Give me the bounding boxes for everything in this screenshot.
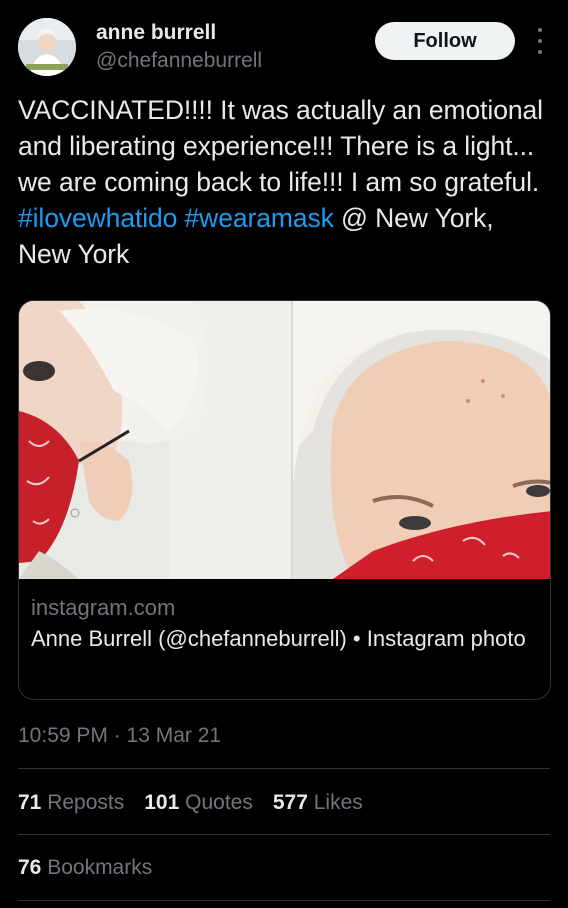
- author-names: anne burrell @chefanneburrell: [96, 19, 262, 75]
- card-media[interactable]: [19, 301, 550, 579]
- reposts-count: 71: [18, 791, 42, 814]
- card-domain: instagram.com: [31, 595, 176, 620]
- card-meta: instagram.com Anne Burrell (@chefannebur…: [31, 593, 536, 655]
- card-title: Anne Burrell (@chefanneburrell) • Instag…: [31, 626, 526, 651]
- bookmarks-stat[interactable]: 76 Bookmarks: [18, 853, 152, 883]
- tweet-text-body: VACCINATED!!!! It was actually an emotio…: [18, 95, 543, 197]
- link-card[interactable]: instagram.com Anne Burrell (@chefannebur…: [18, 300, 551, 700]
- reposts-label: Reposts: [47, 791, 125, 814]
- card-photo-right: [291, 301, 550, 579]
- bookmarks-label: Bookmarks: [47, 856, 153, 879]
- hashtag-link[interactable]: #ilovewhatido: [18, 203, 177, 233]
- tweet-header: anne burrell @chefanneburrell Follow: [18, 16, 550, 80]
- hashtag-link[interactable]: #wearamask: [185, 203, 334, 233]
- likes-label: Likes: [313, 791, 363, 814]
- follow-button[interactable]: Follow: [375, 22, 515, 60]
- quotes-stat[interactable]: 101 Quotes: [144, 788, 253, 818]
- card-photo-left: [19, 301, 291, 579]
- author-handle[interactable]: @chefanneburrell: [96, 47, 262, 75]
- more-options-icon[interactable]: [532, 28, 548, 54]
- tweet-text: VACCINATED!!!! It was actually an emotio…: [18, 92, 550, 272]
- quotes-count: 101: [144, 791, 180, 814]
- avatar[interactable]: [18, 18, 76, 76]
- reposts-stat[interactable]: 71 Reposts: [18, 788, 124, 818]
- likes-stat[interactable]: 577 Likes: [273, 788, 363, 818]
- engagement-stats: 71 Reposts 101 Quotes 577 Likes: [18, 788, 383, 818]
- avatar-image: [18, 18, 76, 76]
- author-display-name[interactable]: anne burrell: [96, 19, 262, 47]
- quotes-label: Quotes: [185, 791, 253, 814]
- tweet-timestamp[interactable]: 10:59 PM · 13 Mar 21: [18, 722, 221, 750]
- bookmarks-count: 76: [18, 856, 42, 879]
- likes-count: 577: [272, 791, 308, 814]
- divider: [18, 834, 550, 835]
- divider: [18, 768, 550, 769]
- divider: [18, 900, 550, 901]
